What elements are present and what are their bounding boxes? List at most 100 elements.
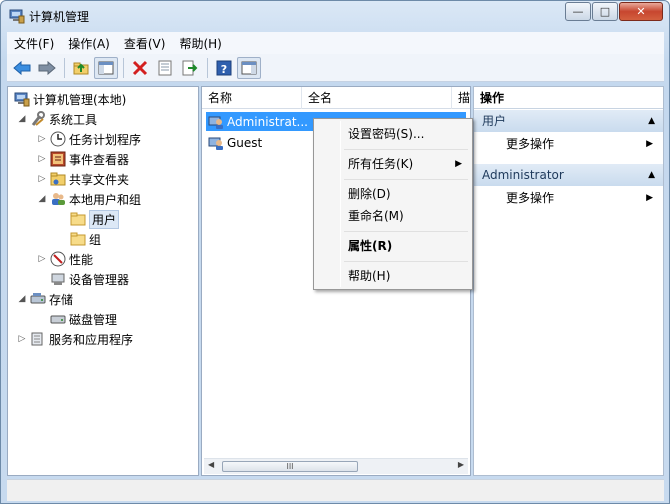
back-arrow-icon [13, 60, 31, 75]
tree-item-system-tools[interactable]: ◢ 系统工具 [16, 109, 97, 129]
context-menu-set-password[interactable]: 设置密码(S)... [316, 123, 470, 145]
collapsed-triangle-icon[interactable]: ▷ [36, 254, 48, 264]
forward-button[interactable] [35, 57, 59, 79]
collapsed-triangle-icon[interactable]: ▷ [36, 174, 48, 184]
action-pane-icon [241, 61, 257, 74]
show-hide-tree-button[interactable] [94, 56, 118, 79]
help-icon: ? [216, 60, 232, 76]
tree-label: 共享文件夹 [69, 172, 130, 187]
computer-management-icon [9, 8, 25, 24]
storage-icon [30, 291, 46, 307]
actions-pane: 操作 用户 ▲ 更多操作 ▶ Administrator ▲ 更多操作 ▶ [473, 86, 664, 476]
tree-label: 用户 [89, 209, 120, 229]
tree-label: 设备管理器 [69, 272, 130, 287]
action-label: 更多操作 [506, 191, 555, 205]
collapse-triangle-icon[interactable]: ▲ [648, 164, 655, 186]
collapsed-triangle-icon[interactable]: ▷ [16, 334, 28, 344]
context-menu-all-tasks[interactable]: 所有任务(K) ▶ [316, 153, 470, 175]
tree-label: 存储 [49, 292, 74, 307]
help-button[interactable]: ? [212, 57, 236, 79]
title-bar[interactable]: 计算机管理 — □ ✕ [1, 1, 669, 31]
up-one-level-button[interactable] [69, 57, 93, 79]
context-menu-rename[interactable]: 重命名(M) [316, 205, 470, 227]
properties-button[interactable] [153, 57, 177, 79]
window-title: 计算机管理 [29, 10, 90, 24]
menu-action[interactable]: 操作(A) [61, 35, 117, 52]
event-viewer-icon [50, 151, 66, 167]
column-header-name[interactable]: 名称 [202, 87, 302, 109]
export-list-button[interactable] [178, 57, 202, 79]
performance-icon [50, 251, 66, 267]
maximize-button[interactable]: □ [592, 2, 618, 21]
tree-label: 任务计划程序 [69, 132, 142, 147]
show-hide-tree-icon [98, 61, 114, 74]
tree-item-computer-management[interactable]: 计算机管理(本地) [12, 89, 126, 109]
delete-button[interactable] [128, 57, 152, 79]
toolbar-separator [123, 57, 124, 78]
up-folder-icon [73, 62, 89, 74]
scroll-left-arrow-icon[interactable]: ◀ [208, 460, 214, 469]
tree-label: 系统工具 [49, 112, 98, 127]
tree-item-local-users-groups[interactable]: ◢ 本地用户和组 [36, 189, 141, 209]
console-tree-pane: 计算机管理(本地) ◢ 系统工具 ▷ 任务计划程序 ▷ 事件查看器 ▷ 共享文件… [7, 86, 199, 476]
submenu-arrow-icon: ▶ [646, 139, 653, 149]
menu-help[interactable]: 帮助(H) [172, 35, 228, 52]
users-group-icon [50, 191, 66, 207]
clock-icon [50, 131, 66, 147]
tree-label: 服务和应用程序 [49, 332, 134, 347]
disk-icon [50, 311, 66, 327]
computer-management-icon [14, 91, 30, 107]
tree-item-groups[interactable]: 组 [68, 229, 101, 249]
column-header-description[interactable]: 描 [452, 87, 470, 109]
svg-text:?: ? [221, 63, 227, 76]
scroll-right-arrow-icon[interactable]: ▶ [458, 460, 464, 469]
collapsed-triangle-icon[interactable]: ▷ [36, 134, 48, 144]
show-hide-action-pane-button[interactable] [237, 56, 261, 79]
collapse-triangle-icon[interactable]: ▲ [648, 110, 655, 132]
context-menu-help[interactable]: 帮助(H) [316, 265, 470, 287]
tree-item-event-viewer[interactable]: ▷ 事件查看器 [36, 149, 129, 169]
action-label: 更多操作 [506, 137, 555, 151]
actions-title: 操作 [474, 87, 663, 109]
expanded-triangle-icon[interactable]: ◢ [16, 114, 28, 124]
minimize-button[interactable]: — [565, 2, 591, 21]
tree-item-task-scheduler[interactable]: ▷ 任务计划程序 [36, 129, 141, 149]
user-account-icon [208, 114, 224, 130]
tree-label: 性能 [69, 252, 94, 267]
collapsed-triangle-icon[interactable]: ▷ [36, 154, 48, 164]
section-label: 用户 [482, 114, 507, 128]
tree-item-shared-folders[interactable]: ▷ 共享文件夹 [36, 169, 129, 189]
more-actions-administrator[interactable]: 更多操作 ▶ [474, 188, 663, 208]
tree-item-performance[interactable]: ▷ 性能 [36, 249, 93, 269]
menu-separator [344, 231, 468, 232]
expanded-triangle-icon[interactable]: ◢ [16, 294, 28, 304]
export-icon [182, 60, 198, 75]
context-menu-properties[interactable]: 属性(R) [316, 235, 470, 257]
forward-arrow-icon [38, 60, 56, 75]
close-button[interactable]: ✕ [619, 2, 663, 21]
menu-view[interactable]: 查看(V) [117, 35, 173, 52]
menu-file[interactable]: 文件(F) [7, 35, 61, 52]
tree-item-device-manager[interactable]: 设备管理器 [48, 269, 129, 289]
back-button[interactable] [10, 57, 34, 79]
tree-label: 本地用户和组 [69, 192, 142, 207]
column-header-fullname[interactable]: 全名 [302, 87, 452, 109]
tree-label: 计算机管理(本地) [33, 92, 127, 107]
tree-item-services-apps[interactable]: ▷ 服务和应用程序 [16, 329, 133, 349]
properties-icon [158, 60, 172, 75]
tree-item-disk-management[interactable]: 磁盘管理 [48, 309, 117, 329]
menu-bar: 文件(F) 操作(A) 查看(V) 帮助(H) [7, 32, 664, 54]
actions-section-users[interactable]: 用户 ▲ [474, 110, 663, 132]
tree-item-users[interactable]: 用户 [68, 209, 120, 229]
actions-section-administrator[interactable]: Administrator ▲ [474, 164, 663, 186]
context-menu-delete[interactable]: 删除(D) [316, 183, 470, 205]
section-label: Administrator [482, 168, 564, 182]
window-controls: — □ ✕ [564, 2, 663, 21]
expanded-triangle-icon[interactable]: ◢ [36, 194, 48, 204]
more-actions-users[interactable]: 更多操作 ▶ [474, 134, 663, 154]
horizontal-scrollbar[interactable]: ◀ III ▶ [204, 458, 468, 474]
scrollbar-thumb[interactable]: III [222, 461, 358, 472]
tree-item-storage[interactable]: ◢ 存储 [16, 289, 73, 309]
list-item-guest[interactable]: Guest [206, 133, 262, 152]
context-menu: 设置密码(S)... 所有任务(K) ▶ 删除(D) 重命名(M) 属性(R) … [313, 118, 473, 290]
